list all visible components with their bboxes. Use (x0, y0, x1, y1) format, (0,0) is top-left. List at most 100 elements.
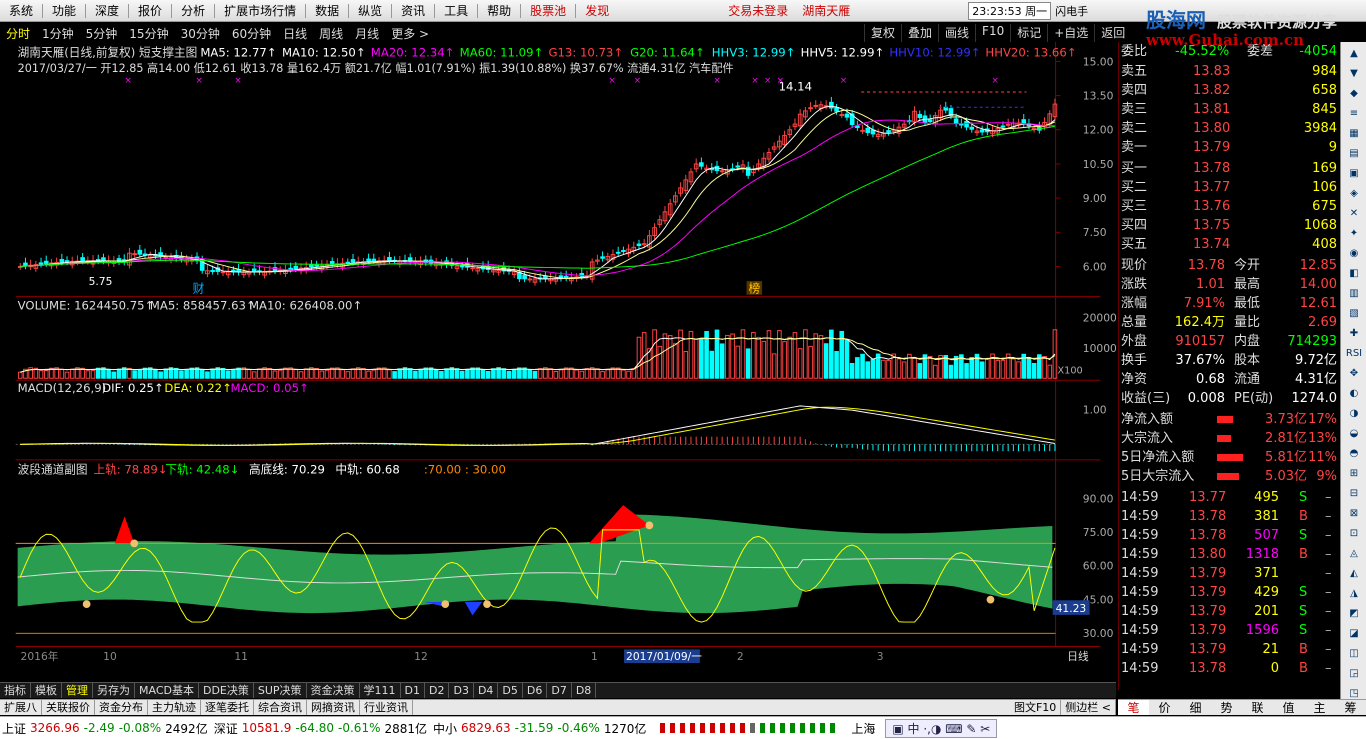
menu-item-7[interactable]: 纵览 (349, 0, 391, 22)
period-tab-9[interactable]: 更多 > (385, 25, 435, 42)
info-tab-3[interactable]: 主力轨迹 (148, 700, 201, 715)
side-tool-icon[interactable]: ▥ (1344, 286, 1364, 302)
bid-price[interactable]: 13.77 (1193, 178, 1230, 197)
ask-price[interactable]: 13.80 (1193, 119, 1230, 138)
side-tool-icon[interactable]: ▦ (1344, 126, 1364, 142)
side-tool-icon[interactable]: ▤ (1344, 146, 1364, 162)
menu-item-5[interactable]: 扩展市场行情 (215, 0, 305, 22)
indicator-tab-15[interactable]: D7 (547, 683, 572, 698)
side-tool-icon[interactable]: ✦ (1344, 226, 1364, 242)
bottom-right-button-1[interactable]: 侧边栏 < (1061, 700, 1116, 715)
toolbar-button-4[interactable]: 标记 (1010, 24, 1047, 42)
side-tool-icon[interactable]: ◮ (1344, 586, 1364, 602)
period-tab-1[interactable]: 1分钟 (36, 25, 80, 42)
side-tool-icon[interactable]: ✥ (1344, 366, 1364, 382)
indicator-tab-3[interactable]: 另存为 (93, 683, 135, 698)
toolbar-button-1[interactable]: 叠加 (901, 24, 938, 42)
right-tab-7[interactable]: 筹 (1335, 700, 1366, 715)
info-tab-0[interactable]: 扩展八 (0, 700, 42, 715)
period-tab-2[interactable]: 5分钟 (80, 25, 124, 42)
side-tool-icon[interactable]: RSI (1344, 346, 1364, 362)
menu-item-11[interactable]: 股票池 (521, 0, 575, 22)
menu-item-9[interactable]: 工具 (435, 0, 477, 22)
side-tool-icon[interactable]: ⊡ (1344, 526, 1364, 542)
bid-price[interactable]: 13.75 (1193, 216, 1230, 235)
indicator-tab-12[interactable]: D4 (474, 683, 499, 698)
side-tool-icon[interactable]: ⊟ (1344, 486, 1364, 502)
right-tab-4[interactable]: 联 (1242, 700, 1273, 715)
bid-price[interactable]: 13.74 (1193, 235, 1230, 254)
period-tab-0[interactable]: 分时 (0, 25, 36, 42)
indicator-tab-9[interactable]: D1 (401, 683, 426, 698)
indicator-tab-16[interactable]: D8 (572, 683, 597, 698)
period-tab-6[interactable]: 日线 (277, 25, 313, 42)
indicator-tab-7[interactable]: 资金决策 (307, 683, 360, 698)
menu-item-4[interactable]: 分析 (172, 0, 214, 22)
menu-item-3[interactable]: 报价 (129, 0, 171, 22)
right-tab-6[interactable]: 主 (1304, 700, 1335, 715)
side-tool-icon[interactable]: ◫ (1344, 646, 1364, 662)
bid-price[interactable]: 13.78 (1193, 159, 1230, 178)
info-tab-4[interactable]: 逐笔委托 (201, 700, 254, 715)
fin-mark[interactable]: 财 (193, 282, 205, 296)
ime-toolbar[interactable]: ▣ 中 ·,◑ ⌨ ✎ ✂ (885, 718, 998, 738)
side-tool-icon[interactable]: ◧ (1344, 266, 1364, 282)
menu-item-0[interactable]: 系统 (0, 0, 42, 22)
flash-trade-button[interactable]: 闪电手 (1055, 3, 1088, 19)
period-tab-3[interactable]: 15分钟 (123, 25, 174, 42)
ask-price[interactable]: 13.81 (1193, 100, 1230, 119)
login-status[interactable]: 交易未登录 (728, 2, 788, 19)
menu-item-10[interactable]: 帮助 (478, 0, 520, 22)
ask-price[interactable]: 13.83 (1193, 62, 1230, 81)
bottom-right-button-0[interactable]: 图文F10 (1010, 700, 1062, 715)
toolbar-button-6[interactable]: 返回 (1094, 24, 1131, 42)
indicator-tab-10[interactable]: D2 (425, 683, 450, 698)
side-tool-icon[interactable]: ≡ (1344, 106, 1364, 122)
menu-item-8[interactable]: 资讯 (392, 0, 434, 22)
indicator-tab-1[interactable]: 模板 (31, 683, 62, 698)
right-tab-1[interactable]: 价 (1149, 700, 1180, 715)
info-tab-6[interactable]: 网摘资讯 (307, 700, 360, 715)
list-mark[interactable]: 榜 (748, 282, 760, 296)
side-tool-icon[interactable]: ◐ (1344, 386, 1364, 402)
ask-price[interactable]: 13.79 (1193, 138, 1230, 157)
menu-item-2[interactable]: 深度 (86, 0, 128, 22)
side-tool-icon[interactable]: ◩ (1344, 606, 1364, 622)
side-tool-icon[interactable]: ▲ (1344, 46, 1364, 62)
menu-item-12[interactable]: 发现 (576, 0, 618, 22)
indicator-tab-11[interactable]: D3 (449, 683, 474, 698)
indicator-tab-0[interactable]: 指标 (0, 683, 31, 698)
right-tab-0[interactable]: 笔 (1118, 700, 1149, 715)
side-tool-icon[interactable]: ⊠ (1344, 506, 1364, 522)
side-tool-icon[interactable]: ◑ (1344, 406, 1364, 422)
indicator-tab-5[interactable]: DDE决策 (199, 683, 254, 698)
toolbar-button-2[interactable]: 画线 (938, 24, 975, 42)
period-tab-4[interactable]: 30分钟 (175, 25, 226, 42)
side-tool-icon[interactable]: ✕ (1344, 206, 1364, 222)
side-tool-icon[interactable]: ◆ (1344, 86, 1364, 102)
side-tool-icon[interactable]: ⊞ (1344, 466, 1364, 482)
indicator-tab-8[interactable]: 学111 (360, 683, 401, 698)
indicator-tab-6[interactable]: SUP决策 (254, 683, 307, 698)
indicator-tab-4[interactable]: MACD基本 (135, 683, 199, 698)
side-tool-icon[interactable]: ◈ (1344, 186, 1364, 202)
ask-price[interactable]: 13.82 (1193, 81, 1230, 100)
period-tab-7[interactable]: 周线 (313, 25, 349, 42)
info-tab-1[interactable]: 关联报价 (42, 700, 95, 715)
menu-item-6[interactable]: 数据 (306, 0, 348, 22)
side-tool-icon[interactable]: ◲ (1344, 666, 1364, 682)
indicator-tab-2[interactable]: 管理 (62, 683, 93, 698)
indicator-tab-14[interactable]: D6 (523, 683, 548, 698)
info-tab-7[interactable]: 行业资讯 (360, 700, 413, 715)
toolbar-button-0[interactable]: 复权 (864, 24, 901, 42)
side-tool-icon[interactable]: ◪ (1344, 626, 1364, 642)
toolbar-button-5[interactable]: +自选 (1047, 24, 1094, 42)
side-tool-icon[interactable]: ▣ (1344, 166, 1364, 182)
kline-chart[interactable]: 15.00 13.50 12.00 10.50 9.00 7.50 6.00 湖南天雁(日线,… (0, 42, 1116, 664)
side-tool-icon[interactable]: ◬ (1344, 546, 1364, 562)
side-tool-icon[interactable]: ✚ (1344, 326, 1364, 342)
toolbar-button-3[interactable]: F10 (975, 24, 1010, 42)
side-tool-icon[interactable]: ◓ (1344, 446, 1364, 462)
right-tab-5[interactable]: 值 (1273, 700, 1304, 715)
side-tool-icon[interactable]: ▼ (1344, 66, 1364, 82)
